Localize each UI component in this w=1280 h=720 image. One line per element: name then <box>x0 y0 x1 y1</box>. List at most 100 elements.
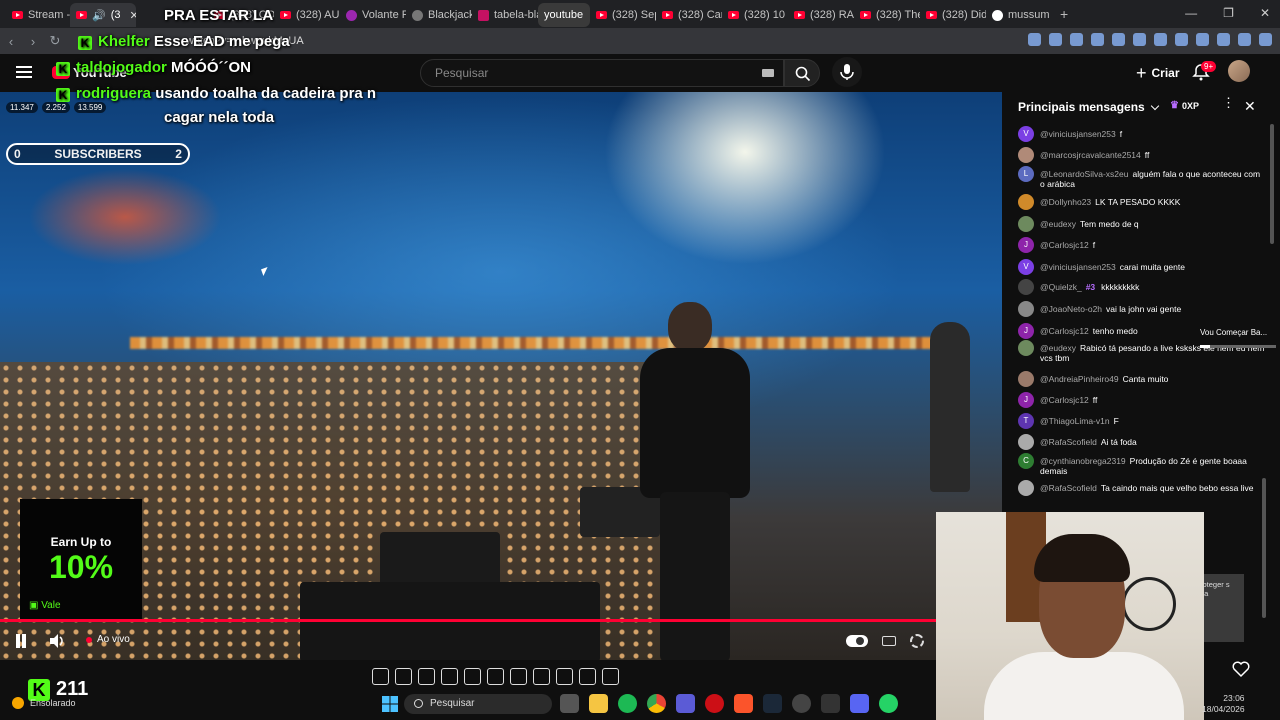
new-tab-button[interactable]: + <box>1052 6 1076 22</box>
chat-username[interactable]: @viniciusjansen253 <box>1040 129 1116 139</box>
chat-username[interactable]: @Carlosjc12 <box>1040 240 1089 250</box>
browser-tab[interactable]: (328) Did <box>920 3 986 27</box>
chat-avatar[interactable]: C <box>1018 453 1034 469</box>
chat-mode-dropdown[interactable]: Principais mensagens <box>1018 100 1159 114</box>
chat-avatar[interactable] <box>1018 371 1034 387</box>
video-player[interactable] <box>0 92 1002 660</box>
screen-icon[interactable] <box>464 668 481 685</box>
chat-username[interactable]: @Quielzk_ <box>1040 282 1082 292</box>
browser-tab[interactable]: Blackjack <box>406 3 472 27</box>
search-button[interactable] <box>784 59 820 87</box>
chat-username[interactable]: @cynthianobrega2319 <box>1040 456 1126 466</box>
chat-username[interactable]: @Carlosjc12 <box>1040 395 1089 405</box>
browser-tab[interactable]: (328) RA <box>788 3 854 27</box>
broadcast-icon[interactable] <box>395 668 412 685</box>
chat-avatar[interactable]: V <box>1018 126 1034 142</box>
chat-username[interactable]: @ThiagoLima-v1n <box>1040 416 1110 426</box>
create-button[interactable]: + Criar <box>1124 59 1192 87</box>
obs-icon[interactable] <box>792 694 811 713</box>
chat-avatar[interactable]: J <box>1018 392 1034 408</box>
chat-username[interactable]: @JoaoNeto-o2h <box>1040 304 1102 314</box>
browser-tab-active[interactable]: 🔊 (3 ✕ <box>70 3 136 27</box>
chat-username[interactable]: @RafaScofield <box>1040 483 1097 493</box>
extension-icon[interactable] <box>1133 33 1146 46</box>
browser-tab[interactable]: (328) 10 C <box>722 3 788 27</box>
back-icon[interactable]: ‹ <box>0 34 22 49</box>
more-options-icon[interactable]: ⋮ <box>1222 96 1235 109</box>
extension-icon[interactable] <box>1238 33 1251 46</box>
browser-tab[interactable]: mussum <box>986 3 1052 27</box>
chat-scrollbar[interactable] <box>1262 478 1266 618</box>
chat-username[interactable]: @marcosjrcavalcante2514 <box>1040 150 1141 160</box>
chat-avatar[interactable]: J <box>1018 323 1034 339</box>
chat-message[interactable]: @RafaScofield Ta caindo mais que velho be… <box>1018 480 1266 496</box>
opera-icon[interactable] <box>705 694 724 713</box>
extension-icon[interactable] <box>1049 33 1062 46</box>
maximize-icon[interactable]: ❐ <box>1223 6 1234 20</box>
live-indicator[interactable]: Ao vivo <box>86 634 130 645</box>
file-explorer-icon[interactable] <box>589 694 608 713</box>
chrome-icon[interactable] <box>647 694 666 713</box>
chat-avatar[interactable] <box>1018 340 1034 356</box>
chat-avatar[interactable] <box>1018 434 1034 450</box>
chat-avatar[interactable] <box>1018 480 1034 496</box>
whatsapp-icon[interactable] <box>879 694 898 713</box>
up-next-preview[interactable]: Vou Começar Ba... <box>1200 328 1276 348</box>
subtitles-icon[interactable] <box>882 636 896 646</box>
chat-message[interactable]: @marcosjrcavalcante2514 ff <box>1018 147 1266 163</box>
camera-icon[interactable] <box>556 668 573 685</box>
chat-username[interactable]: @eudexy <box>1040 343 1076 353</box>
extension-icon[interactable] <box>1259 33 1272 46</box>
loop-icon[interactable] <box>372 668 389 685</box>
extension-icon[interactable] <box>1091 33 1104 46</box>
browser-tab[interactable]: Volante F <box>340 3 406 27</box>
browser-tab[interactable]: (328) Can <box>656 3 722 27</box>
chat-avatar[interactable] <box>1018 194 1034 210</box>
extension-icon[interactable] <box>1196 33 1209 46</box>
record-icon[interactable] <box>418 668 435 685</box>
system-clock[interactable]: 23:06 18/04/2026 <box>1202 693 1245 715</box>
discord-icon[interactable] <box>850 694 869 713</box>
minimize-icon[interactable]: — <box>1185 6 1197 20</box>
extension-icon[interactable] <box>1112 33 1125 46</box>
weather-widget[interactable]: Ensolarado <box>12 697 76 709</box>
browser-tab[interactable]: (328) AU <box>274 3 340 27</box>
reload-icon[interactable]: ↻ <box>44 33 66 49</box>
browser-tab[interactable]: (328) Sep <box>590 3 656 27</box>
autoplay-toggle[interactable] <box>846 635 868 647</box>
chat-username[interactable]: @eudexy <box>1040 219 1076 229</box>
chat-avatar[interactable]: T <box>1018 413 1034 429</box>
extension-icon[interactable] <box>1154 33 1167 46</box>
close-tab-icon[interactable]: ✕ <box>129 9 136 22</box>
extension-icon[interactable] <box>1070 33 1083 46</box>
chat-message[interactable]: @Quielzk_ #3 kkkkkkkkk <box>1018 279 1266 295</box>
steam-icon[interactable] <box>763 694 782 713</box>
app-icon[interactable] <box>676 694 695 713</box>
chat-message[interactable]: @JoaoNeto-o2h vai la john vai gente <box>1018 301 1266 317</box>
chat-message[interactable]: @RafaScofield Ai tá foda <box>1018 434 1266 450</box>
film-icon[interactable] <box>487 668 504 685</box>
search-input[interactable]: Pesquisar <box>420 59 784 87</box>
extension-icon[interactable] <box>1175 33 1188 46</box>
progress-bar[interactable] <box>0 619 936 622</box>
extension-icon[interactable] <box>1217 33 1230 46</box>
chat-message[interactable]: V @viniciusjansen253 f <box>1018 126 1266 142</box>
chat-avatar[interactable] <box>1018 279 1034 295</box>
clapper-icon[interactable] <box>441 668 458 685</box>
gear-icon[interactable] <box>602 668 619 685</box>
pause-button[interactable] <box>15 634 27 648</box>
speed-icon[interactable] <box>510 668 527 685</box>
spotify-icon[interactable] <box>618 694 637 713</box>
taskbar-search[interactable]: Pesquisar <box>404 694 552 714</box>
chat-avatar[interactable] <box>1018 301 1034 317</box>
browser-tab[interactable]: (328) The <box>854 3 920 27</box>
xp-badge[interactable]: ♛ 0XP <box>1170 100 1199 111</box>
chat-message[interactable]: L @LeonardoSilva-xs2eu alguém fala o que a… <box>1018 166 1266 189</box>
lab-icon[interactable] <box>579 668 596 685</box>
account-avatar[interactable] <box>1228 60 1250 82</box>
browser-tab[interactable]: tabela-bla <box>472 3 538 27</box>
close-chat-icon[interactable]: ✕ <box>1244 98 1256 115</box>
chat-avatar[interactable]: L <box>1018 166 1034 182</box>
chat-scrollbar[interactable] <box>1270 124 1274 244</box>
task-view-icon[interactable] <box>560 694 579 713</box>
